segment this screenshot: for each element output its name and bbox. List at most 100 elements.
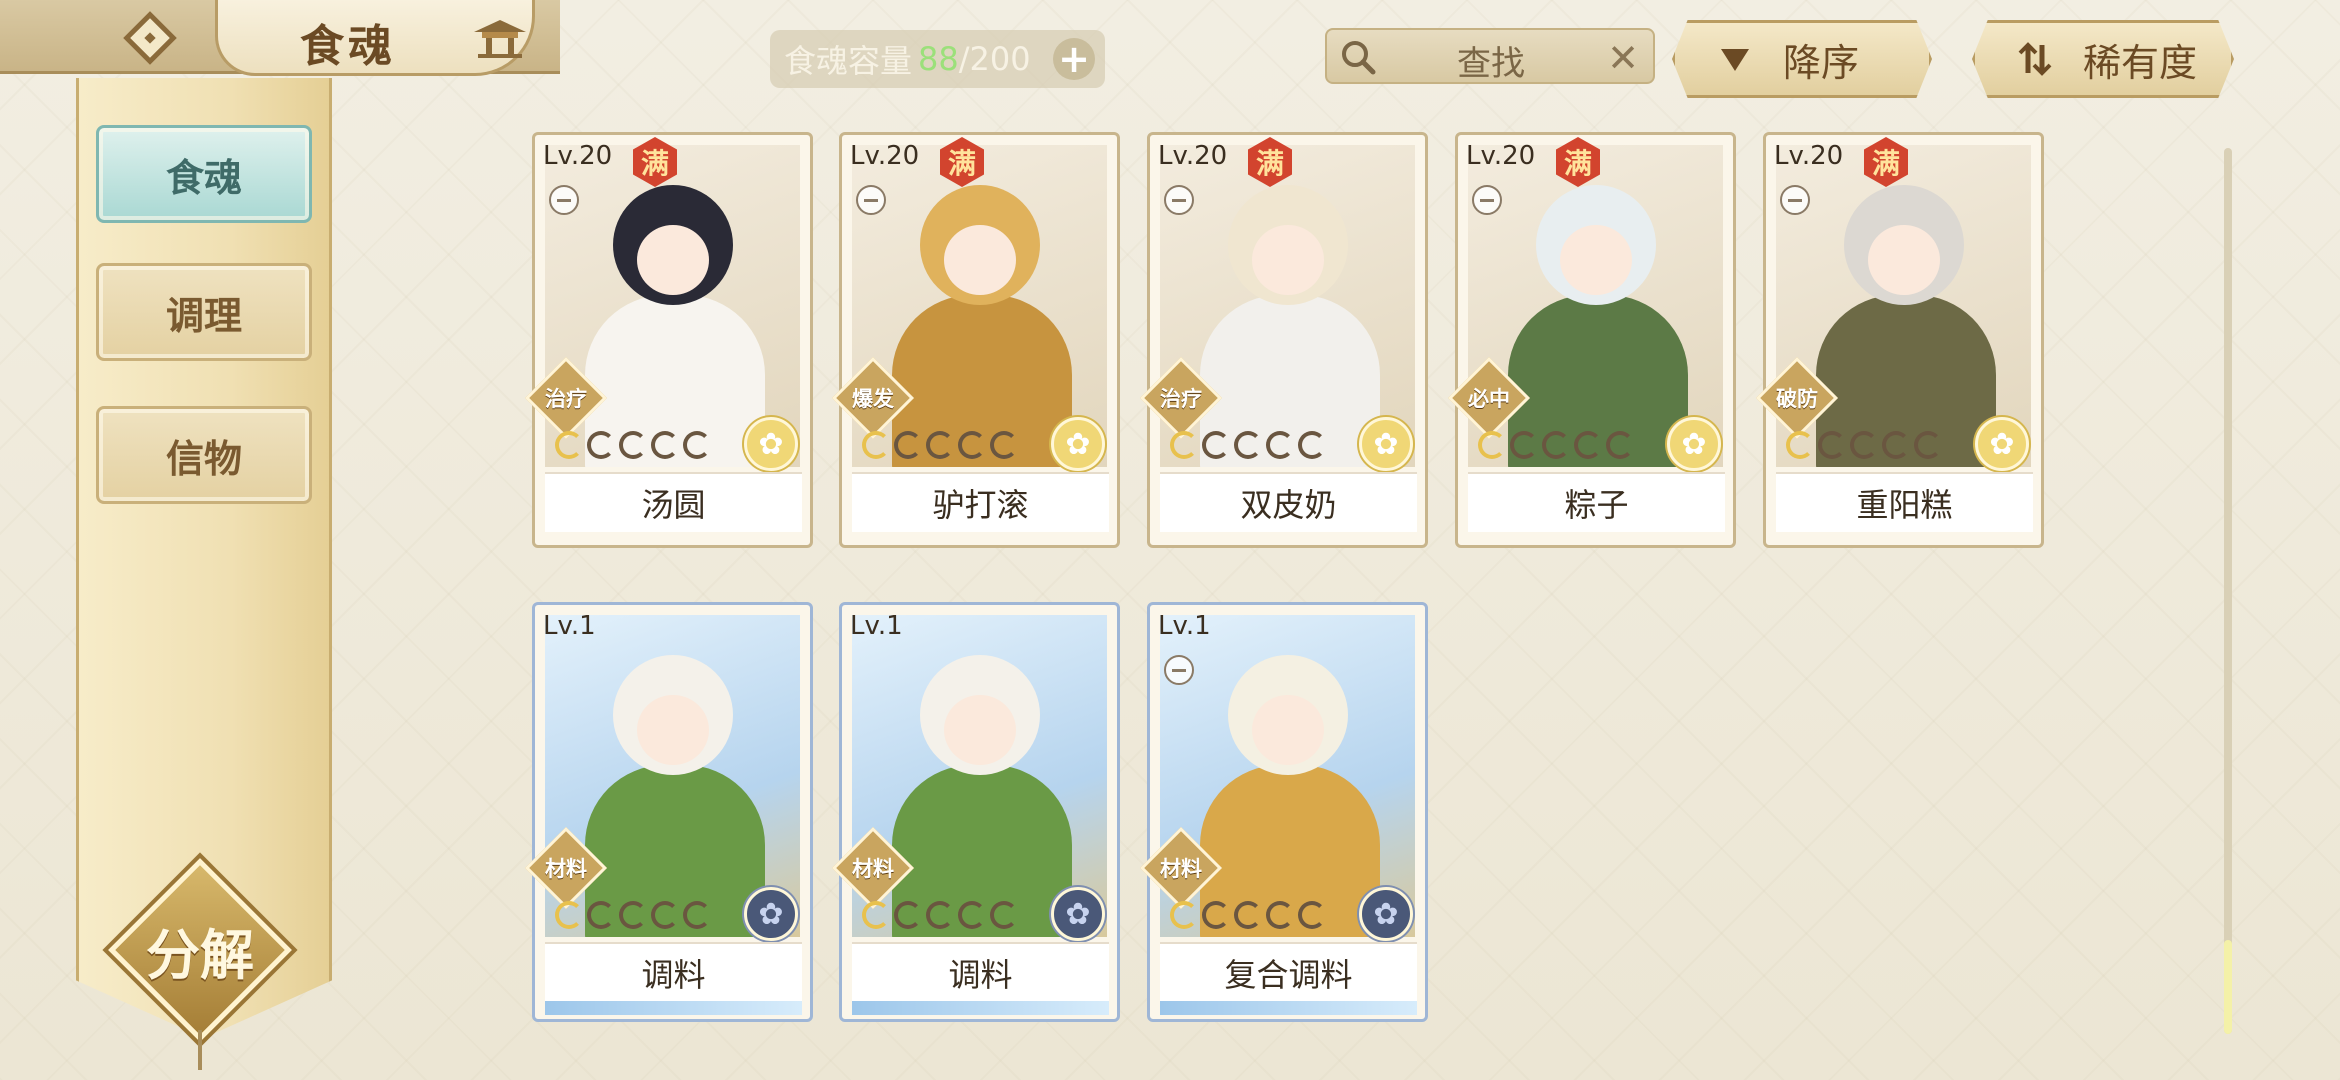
role-label: 材料 — [545, 857, 587, 881]
star-icon — [1298, 431, 1326, 459]
star-rating — [862, 431, 1018, 459]
tab-token[interactable]: 信物 — [96, 406, 312, 504]
card-base-strip — [545, 1001, 802, 1015]
rarity-flower-icon: ✿ — [1051, 417, 1105, 471]
star-rating — [862, 901, 1018, 929]
star-icon — [651, 901, 679, 929]
star-icon — [1914, 431, 1942, 459]
star-rating — [1786, 431, 1942, 459]
card-level: Lv.1 — [1158, 611, 1211, 641]
star-rating — [555, 901, 711, 929]
rarity-flower-icon: ✿ — [1359, 417, 1413, 471]
star-icon — [587, 431, 615, 459]
card-level: Lv.1 — [850, 611, 903, 641]
star-icon — [555, 901, 583, 929]
star-icon — [1298, 901, 1326, 929]
portrait-face — [1252, 225, 1324, 295]
add-capacity-button[interactable]: + — [1053, 38, 1095, 80]
star-icon — [1606, 431, 1634, 459]
sort-rarity-button[interactable]: 稀有度 — [1972, 20, 2234, 98]
decompose-button[interactable]: 分解 — [108, 858, 292, 1042]
search-icon — [1342, 41, 1376, 75]
food-soul-card[interactable]: Lv.1 材料 ✿ 复合调料 — [1139, 602, 1428, 1022]
food-soul-card[interactable]: Lv.20 满爆发 ✿ 驴打滚 — [831, 132, 1120, 548]
minus-circle-icon — [1164, 655, 1194, 685]
star-icon — [619, 431, 647, 459]
card-level: Lv.20 — [1774, 141, 1844, 171]
clear-search-button[interactable]: ✕ — [1607, 36, 1639, 80]
star-icon — [1542, 431, 1570, 459]
minus-circle-icon — [1780, 185, 1810, 215]
sort-order-button[interactable]: 降序 — [1672, 20, 1932, 98]
minus-circle-icon — [856, 185, 886, 215]
card-name: 汤圆 — [545, 472, 802, 532]
star-icon — [894, 431, 922, 459]
capacity-display: 食魂容量 88 /200 + — [770, 30, 1105, 88]
star-icon — [1478, 431, 1506, 459]
card-level: Lv.1 — [543, 611, 596, 641]
portrait-face — [637, 695, 709, 765]
star-icon — [1202, 431, 1230, 459]
star-icon — [1234, 901, 1262, 929]
star-rating — [555, 431, 711, 459]
card-name: 粽子 — [1468, 472, 1725, 532]
card-level: Lv.20 — [1466, 141, 1536, 171]
star-icon — [651, 431, 679, 459]
star-icon — [862, 901, 890, 929]
star-icon — [1202, 901, 1230, 929]
portrait-face — [637, 225, 709, 295]
portrait-face — [944, 225, 1016, 295]
minus-circle-icon — [549, 185, 579, 215]
star-icon — [1882, 431, 1910, 459]
star-icon — [1786, 431, 1814, 459]
scrollbar[interactable] — [2224, 148, 2232, 1034]
star-icon — [1850, 431, 1878, 459]
swap-arrows-icon — [2018, 42, 2052, 76]
card-name: 调料 — [545, 942, 802, 1002]
food-soul-card[interactable]: Lv.20 满破防 ✿ 重阳糕 — [1755, 132, 2044, 548]
role-label: 破防 — [1776, 387, 1818, 411]
palace-icon[interactable] — [470, 16, 530, 60]
portrait-face — [1560, 225, 1632, 295]
tab-food-soul[interactable]: 食魂 — [96, 125, 312, 223]
tab-conditioning[interactable]: 调理 — [96, 263, 312, 361]
rarity-flower-icon: ✿ — [1051, 887, 1105, 941]
star-icon — [1170, 901, 1198, 929]
star-icon — [683, 901, 711, 929]
card-level: Lv.20 — [1158, 141, 1228, 171]
star-icon — [683, 431, 711, 459]
search-label: 查找 — [1457, 44, 1525, 84]
role-label: 必中 — [1468, 387, 1510, 411]
star-icon — [926, 901, 954, 929]
star-icon — [1170, 431, 1198, 459]
food-soul-card[interactable]: Lv.20 满必中 ✿ 粽子 — [1447, 132, 1736, 548]
back-button[interactable] — [110, 6, 190, 70]
rarity-flower-icon: ✿ — [1667, 417, 1721, 471]
role-label: 治疗 — [1160, 387, 1202, 411]
food-soul-card[interactable]: Lv.20 满治疗 ✿ 汤圆 — [524, 132, 813, 548]
star-icon — [990, 901, 1018, 929]
card-name: 驴打滚 — [852, 472, 1109, 532]
capacity-current: 88 — [918, 40, 959, 78]
page-title: 食魂 — [300, 21, 396, 72]
food-soul-card[interactable]: Lv.1 材料 ✿ 调料 — [524, 602, 813, 1022]
scroll-thumb[interactable] — [2224, 940, 2232, 1034]
star-icon — [619, 901, 647, 929]
star-icon — [958, 901, 986, 929]
food-soul-card[interactable]: Lv.1 材料 ✿ 调料 — [831, 602, 1120, 1022]
triangle-down-icon — [1721, 49, 1749, 71]
star-rating — [1170, 901, 1326, 929]
card-level: Lv.20 — [850, 141, 920, 171]
capacity-max: /200 — [958, 40, 1031, 78]
star-icon — [958, 431, 986, 459]
portrait-face — [1868, 225, 1940, 295]
minus-circle-icon — [1472, 185, 1502, 215]
sort-rarity-label: 稀有度 — [2083, 40, 2198, 85]
minus-circle-icon — [1164, 185, 1194, 215]
rarity-flower-icon: ✿ — [1359, 887, 1413, 941]
star-icon — [1818, 431, 1846, 459]
search-box[interactable]: 查找 ✕ — [1325, 28, 1655, 84]
food-soul-card[interactable]: Lv.20 满治疗 ✿ 双皮奶 — [1139, 132, 1428, 548]
star-icon — [862, 431, 890, 459]
decompose-label: 分解 — [146, 922, 254, 987]
